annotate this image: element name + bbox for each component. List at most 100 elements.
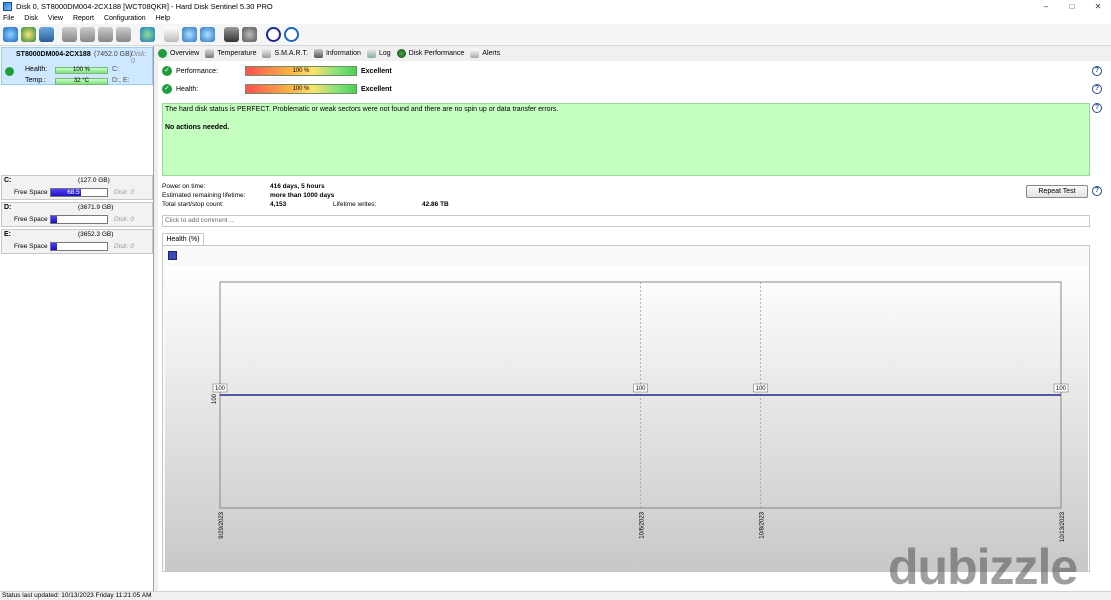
menu-configuration[interactable]: Configuration — [104, 15, 146, 22]
disk-test-icon[interactable] — [80, 27, 95, 42]
globe-icon[interactable] — [140, 27, 155, 42]
disk-size: (7452.0 GB) — [94, 51, 133, 58]
health-chart-panel: 9/29/2023 10/6/2023 10/8/2023 10/13/2023 100… — [162, 245, 1090, 572]
x-tick-label: 10/6/2023 — [640, 511, 646, 538]
help-icon[interactable]: ? — [1092, 186, 1102, 196]
volume-size: (3652.3 GB) — [78, 231, 114, 238]
data-label: 100 — [215, 386, 226, 392]
help-icon[interactable]: ? — [1092, 66, 1102, 76]
lifetime-label: Estimated remaining lifetime: — [162, 192, 246, 199]
volume-disk: Disk: 0 — [114, 243, 134, 250]
settings-icon[interactable] — [224, 27, 239, 42]
help-icon[interactable]: ? — [1092, 103, 1102, 113]
start-stop-label: Total start/stop count: — [162, 201, 224, 208]
free-space-label: Free Space — [14, 189, 48, 196]
volume-c[interactable]: C: (127.0 GB) Free Space 68.5 GB Disk: 0 — [1, 175, 153, 200]
performance-result: Excellent — [361, 68, 392, 75]
menu-bar: File Disk View Report Configuration Help — [0, 13, 1111, 24]
gear-icon[interactable] — [242, 27, 257, 42]
tab-label: Log — [378, 50, 391, 57]
close-button[interactable]: ✕ — [1085, 0, 1111, 13]
health-chart: 9/29/2023 10/6/2023 10/8/2023 10/13/2023 100… — [212, 281, 1069, 542]
disk-tool-icon[interactable] — [62, 27, 77, 42]
x-tick-label: 10/8/2023 — [760, 511, 766, 538]
volume-letter: E: — [4, 231, 11, 238]
menu-help[interactable]: Help — [156, 15, 170, 22]
overview-panel: ✓ Performance: 100 % Excellent ? ✓ Healt… — [158, 61, 1111, 591]
info-icon[interactable] — [284, 27, 299, 42]
menu-file[interactable]: File — [3, 15, 14, 22]
temp-mini-bar: 32 °C — [55, 78, 108, 85]
free-space-label: Free Space — [14, 216, 48, 223]
volume-e[interactable]: E: (3652.3 GB) Free Space 410.1 GB Disk:… — [1, 229, 153, 254]
lifetime-writes-value: 42.86 TB — [422, 201, 449, 208]
health-bar: 100 % — [245, 84, 357, 94]
performance-bar: 100 % — [245, 66, 357, 76]
health-label: Health: — [176, 86, 199, 93]
tab-label: Temperature — [217, 50, 257, 57]
tab-overview[interactable]: Overview — [158, 49, 199, 58]
volume-d[interactable]: D: (3671.9 GB) Free Space 359.1 GB Disk:… — [1, 202, 153, 227]
free-space-value: 68.5 GB — [67, 189, 91, 196]
volume-letter: C: — [4, 177, 12, 184]
tab-alerts[interactable]: Alerts — [470, 49, 500, 58]
check-icon: ✓ — [162, 84, 172, 94]
check-icon: ✓ — [162, 66, 172, 76]
send-report-icon[interactable] — [182, 27, 197, 42]
free-space-bar: 68.5 GB — [50, 188, 108, 197]
information-icon — [313, 49, 323, 58]
disk-check-icon[interactable] — [98, 27, 113, 42]
data-label: 100 — [1056, 386, 1067, 392]
power-on-label: Power on time: — [162, 183, 206, 190]
menu-report[interactable]: Report — [73, 15, 94, 22]
window-title: Disk 0, ST8000DM004-2CX188 [WCT08QKR] - … — [16, 2, 273, 11]
tab-temperature[interactable]: Temperature — [205, 49, 256, 58]
data-label: 100 — [635, 386, 646, 392]
tab-label: S.M.A.R.T. — [274, 50, 308, 57]
volume-size: (127.0 GB) — [78, 177, 110, 184]
performance-icon — [396, 49, 406, 58]
help-icon[interactable]: ? — [1092, 84, 1102, 94]
mail-icon[interactable] — [200, 27, 215, 42]
check-icon — [5, 67, 14, 76]
refresh-icon[interactable] — [3, 27, 18, 42]
help-icon[interactable] — [266, 27, 281, 42]
repeat-test-button[interactable]: Repeat Test — [1026, 185, 1088, 198]
free-space-value: 410.1 GB — [65, 243, 93, 250]
menu-disk[interactable]: Disk — [24, 15, 38, 22]
free-space-label: Free Space — [14, 243, 48, 250]
data-label: 100 — [756, 386, 767, 392]
volume-disk: Disk: 0 — [114, 216, 134, 223]
temp-label: Temp.: — [25, 77, 47, 84]
health-drive: C: — [112, 66, 119, 73]
tab-bar: Overview Temperature S.M.A.R.T. Informat… — [158, 47, 506, 60]
tab-log[interactable]: Log — [366, 49, 391, 58]
tab-disk-performance[interactable]: Disk Performance — [396, 49, 464, 58]
disk-list-item[interactable]: ST8000DM004-2CX188 (7452.0 GB) Disk: 0 H… — [1, 47, 153, 85]
menu-view[interactable]: View — [48, 15, 63, 22]
app-icon — [3, 2, 12, 11]
power-on-value: 416 days, 5 hours — [270, 183, 325, 190]
status-action: No actions needed. — [165, 124, 230, 131]
comment-input[interactable]: Click to add comment ... — [162, 215, 1090, 227]
performance-label: Performance: — [176, 68, 219, 75]
report-icon[interactable] — [164, 27, 179, 42]
free-space-bar: 410.1 GB — [50, 242, 108, 251]
health-mini-bar: 100 % — [55, 67, 108, 74]
disk-index: Disk: 0 — [131, 51, 147, 65]
maximize-button[interactable]: □ — [1059, 0, 1085, 13]
y-tick-label: 100 — [212, 393, 218, 404]
free-space-bar: 359.1 GB — [50, 215, 108, 224]
watermark: dubizzle — [888, 539, 1078, 595]
disk-surface-icon[interactable] — [116, 27, 131, 42]
refresh-all-icon[interactable] — [21, 27, 36, 42]
save-icon[interactable] — [168, 251, 177, 260]
minimize-button[interactable]: ‒ — [1033, 0, 1059, 13]
title-bar: Disk 0, ST8000DM004-2CX188 [WCT08QKR] - … — [0, 0, 1111, 13]
tab-smart[interactable]: S.M.A.R.T. — [262, 49, 308, 58]
volume-size: (3671.9 GB) — [78, 204, 114, 211]
monitor-icon[interactable] — [39, 27, 54, 42]
toolbar — [0, 24, 1111, 46]
tab-information[interactable]: Information — [313, 49, 361, 58]
lifetime-value: more than 1000 days — [270, 192, 335, 199]
